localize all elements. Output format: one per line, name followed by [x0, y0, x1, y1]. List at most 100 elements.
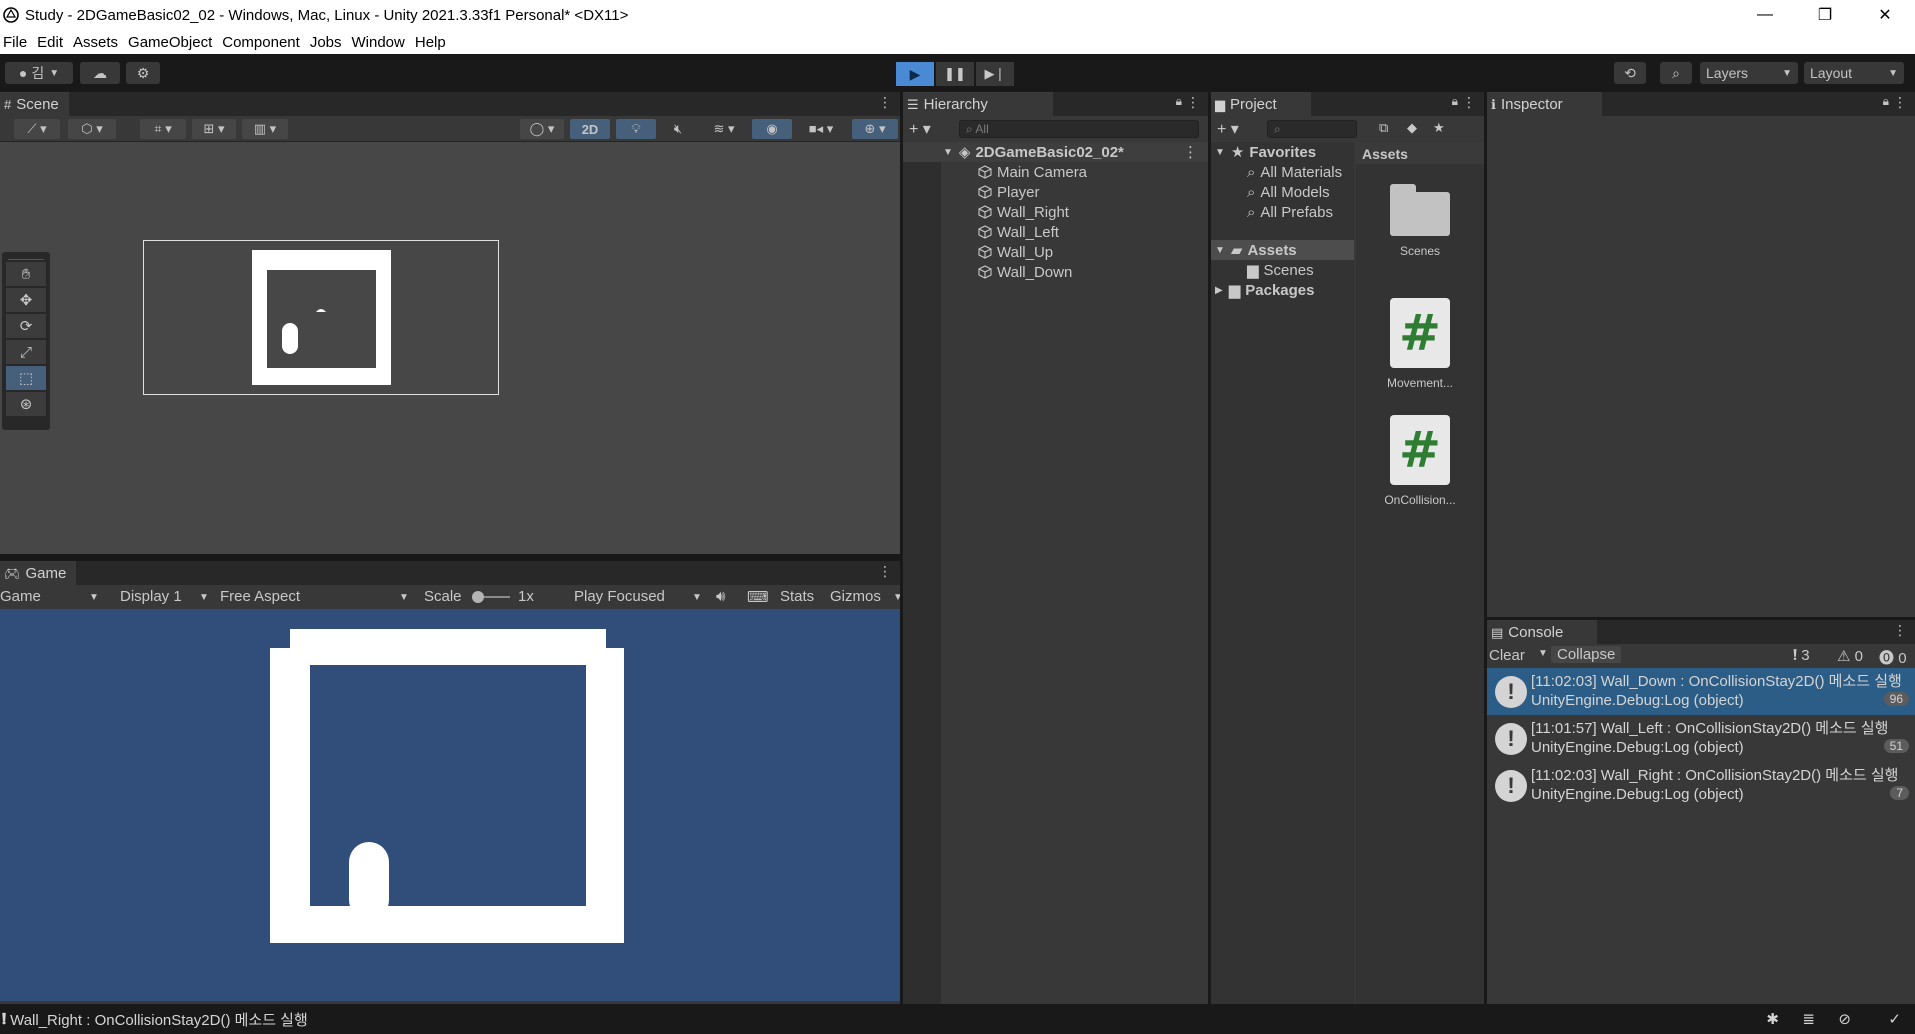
favorite-all-prefabs[interactable]: ⌕ All Prefabs [1247, 202, 1333, 222]
panel-menu-icon[interactable]: ⋮ [1186, 94, 1200, 111]
tab-inspector[interactable]: ℹ Inspector [1487, 92, 1602, 116]
keyboard-icon[interactable]: ⌨ [747, 588, 769, 606]
create-button[interactable]: + ▾ [909, 119, 931, 139]
shading-dropdown[interactable]: ⬡ ▾ [68, 119, 116, 139]
wall-down-sprite[interactable] [252, 368, 391, 385]
create-button[interactable]: + ▾ [1217, 119, 1239, 139]
hierarchy-item-wall-up[interactable]: Wall_Up [903, 242, 1053, 262]
aspect-select[interactable]: Free Aspect [220, 588, 300, 605]
undo-history-button[interactable]: ⟲ [1614, 62, 1646, 84]
minimize-button[interactable]: — [1735, 0, 1795, 30]
bug-icon[interactable]: ✱ [1766, 1010, 1779, 1028]
log-entry[interactable]: ! [11:01:57] Wall_Left : OnCollisionStay… [1487, 715, 1915, 762]
wall-up-sprite[interactable] [252, 250, 391, 270]
menu-edit[interactable]: Edit [34, 34, 70, 51]
layout-dropdown[interactable]: Layout ▼ [1804, 62, 1904, 84]
wall-left-sprite[interactable] [252, 250, 267, 385]
transform-tool-icon[interactable]: ⊛ [6, 392, 46, 416]
hierarchy-item-wall-left[interactable]: Wall_Left [903, 222, 1059, 242]
lock-icon[interactable]: 🔒︎ [1883, 94, 1889, 109]
chevron-down-icon[interactable]: ▼ [1538, 648, 1548, 659]
menu-gameobject[interactable]: GameObject [125, 34, 219, 51]
cache-server-icon[interactable]: ≣ [1802, 1010, 1815, 1028]
lighting-toggle-button[interactable]: 💡︎ [616, 119, 656, 139]
gizmos-button[interactable]: Gizmos [830, 588, 881, 605]
pause-button[interactable]: ❚❚ [936, 62, 974, 86]
stats-button[interactable]: Stats [780, 588, 814, 605]
assets-folder[interactable]: ▼ ▰ Assets [1211, 240, 1354, 260]
menu-jobs[interactable]: Jobs [307, 34, 349, 51]
log-entry[interactable]: ! [11:02:03] Wall_Down : OnCollisionStay… [1487, 668, 1915, 715]
game-view-select[interactable]: Game [0, 588, 41, 605]
collab-settings-button[interactable]: ⚙ [126, 62, 160, 84]
auto-generate-lighting-icon[interactable]: ⊘ [1838, 1010, 1851, 1028]
panel-menu-icon[interactable]: ⋮ [878, 563, 892, 580]
snap-dropdown[interactable]: ⌗ ▾ [140, 119, 186, 139]
hierarchy-item-wall-down[interactable]: Wall_Down [903, 262, 1072, 282]
star-icon[interactable]: ★ [1433, 120, 1445, 136]
hierarchy-search-input[interactable]: ⌕ All [959, 120, 1199, 138]
game-canvas[interactable] [0, 609, 900, 1004]
wall-right-sprite[interactable] [376, 250, 391, 385]
gizmos-dropdown[interactable]: ⊕ ▾ [852, 119, 898, 139]
menu-component[interactable]: Component [219, 34, 307, 51]
close-button[interactable]: ✕ [1855, 0, 1915, 30]
filter-label-icon[interactable]: ◆ [1407, 120, 1417, 136]
tab-hierarchy[interactable]: ☰ Hierarchy [903, 92, 1053, 116]
asset-tile-oncollision-script[interactable]: # OnCollision... [1368, 415, 1472, 507]
render-mode-dropdown[interactable]: ◯ ▾ [520, 119, 564, 139]
move-tool-icon[interactable]: ✥ [6, 288, 46, 312]
info-filter-toggle[interactable]: ❗︎ 3 [1793, 647, 1810, 664]
packages-folder[interactable]: ▶ ▆ Packages [1215, 280, 1314, 300]
asset-tile-movement-script[interactable]: # Movement... [1368, 298, 1472, 390]
menu-help[interactable]: Help [412, 34, 453, 51]
hierarchy-item-player[interactable]: Player [903, 182, 1040, 202]
speaker-icon[interactable]: 🔊︎ [716, 588, 725, 605]
favorites-folder[interactable]: ▼ ★ Favorites [1211, 142, 1354, 162]
restore-button[interactable]: ❐ [1795, 0, 1855, 30]
log-entry[interactable]: ! [11:02:03] Wall_Right : OnCollisionSta… [1487, 762, 1915, 809]
collab-status-icon[interactable]: ✓ [1888, 1010, 1901, 1028]
draw-mode-dropdown[interactable]: ⟋ ▾ [14, 119, 60, 139]
cloud-button[interactable]: ☁ [80, 62, 120, 84]
collapse-toggle[interactable]: Collapse [1551, 646, 1622, 663]
play-button[interactable]: ▶ [896, 62, 934, 86]
tab-console[interactable]: ▤ Console [1487, 620, 1597, 644]
camera-dropdown[interactable]: ■◂ ▾ [796, 119, 846, 139]
scale-tool-icon[interactable]: ⤢ [6, 340, 46, 364]
warning-filter-toggle[interactable]: ⚠ 0 [1837, 647, 1863, 665]
play-mode-select[interactable]: Play Focused [574, 588, 665, 605]
favorite-all-materials[interactable]: ⌕ All Materials [1247, 162, 1342, 182]
scene-menu-icon[interactable]: ⋮ [1183, 143, 1198, 161]
hand-tool-icon[interactable]: ✋︎ [6, 262, 46, 286]
hierarchy-item-main-camera[interactable]: Main Camera [903, 162, 1087, 182]
status-message[interactable]: Wall_Right : OnCollisionStay2D() 메소드 실행 [10, 1009, 308, 1030]
rotate-tool-icon[interactable]: ⟳ [6, 314, 46, 338]
grid-snap-dropdown[interactable]: ⊞ ▾ [192, 119, 236, 139]
search-button[interactable]: ⌕ [1660, 62, 1692, 84]
menu-window[interactable]: Window [349, 34, 412, 51]
game-viewport[interactable] [0, 609, 900, 1001]
favorite-all-models[interactable]: ⌕ All Models [1247, 182, 1330, 202]
clear-button[interactable]: Clear [1489, 647, 1525, 664]
panel-menu-icon[interactable]: ⋮ [1893, 94, 1907, 111]
panel-menu-icon[interactable]: ⋮ [1893, 622, 1907, 639]
lock-icon[interactable]: 🔒︎ [1452, 94, 1458, 109]
menu-assets[interactable]: Assets [70, 34, 125, 51]
player-sprite[interactable] [282, 323, 298, 354]
project-search-input[interactable]: ⌕ [1267, 120, 1357, 138]
lock-icon[interactable]: 🔒︎ [1176, 94, 1182, 109]
tab-game[interactable]: 🎮︎ Game [0, 561, 77, 585]
palette-handle[interactable] [8, 254, 44, 260]
effects-dropdown[interactable]: ≋ ▾ [700, 119, 748, 139]
menu-file[interactable]: File [0, 34, 34, 51]
tab-scene[interactable]: # Scene [0, 92, 69, 116]
audio-toggle-button[interactable]: 🔇︎ [660, 119, 696, 139]
hierarchy-item-wall-right[interactable]: Wall_Right [903, 202, 1069, 222]
layers-dropdown[interactable]: Layers ▼ [1700, 62, 1798, 84]
scene-viewport[interactable] [0, 142, 900, 554]
panel-menu-icon[interactable]: ⋮ [878, 94, 892, 111]
scene-canvas[interactable] [0, 142, 900, 554]
panel-menu-icon[interactable]: ⋮ [1462, 94, 1476, 111]
visibility-toggle-button[interactable]: ◉ [752, 119, 792, 139]
